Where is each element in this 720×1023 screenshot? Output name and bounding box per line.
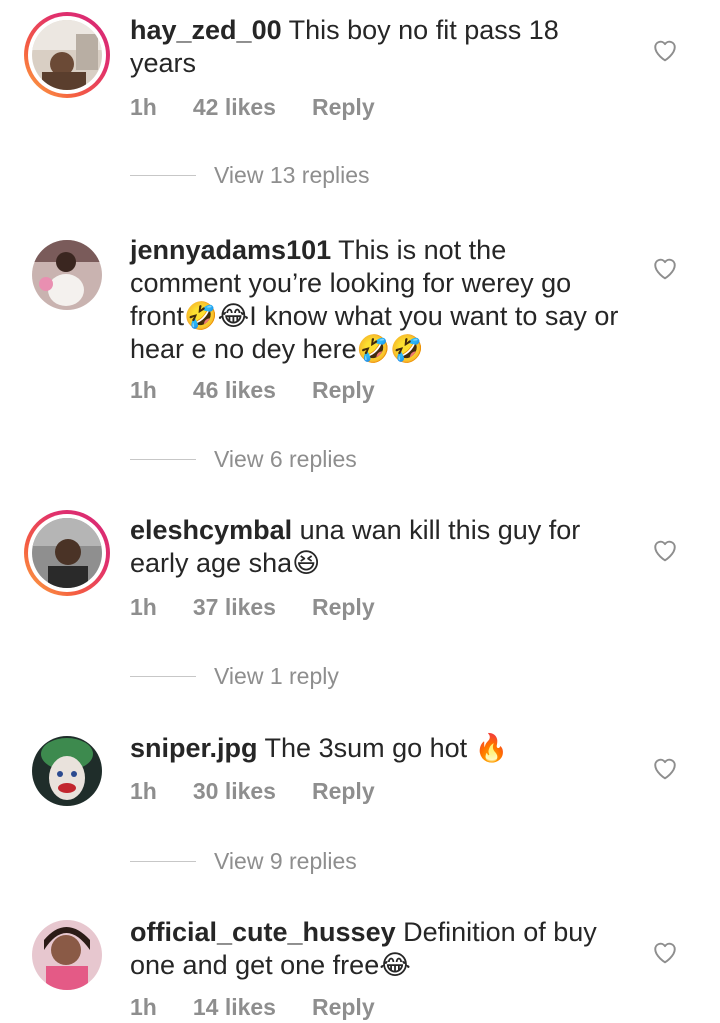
comment-meta: 1h 46 likes Reply [130, 377, 411, 404]
reply-button[interactable]: Reply [312, 594, 375, 621]
avatar-story-ring[interactable] [24, 510, 110, 596]
comment-text: official_cute_hussey Definition of buy o… [130, 916, 620, 982]
avatar-image [32, 920, 102, 990]
divider [130, 675, 196, 677]
avatar[interactable] [32, 240, 102, 310]
comment-meta: 1h 14 likes Reply [130, 994, 411, 1021]
avatar-story-ring[interactable] [24, 12, 110, 98]
view-replies-button[interactable]: View 9 replies [130, 846, 357, 876]
reply-button[interactable]: Reply [312, 778, 375, 805]
view-replies-label: View 13 replies [214, 161, 370, 188]
avatar[interactable] [32, 736, 102, 806]
reply-button[interactable]: Reply [312, 94, 375, 121]
avatar[interactable] [32, 920, 102, 990]
comment-username[interactable]: sniper.jpg [130, 733, 258, 763]
comment-likes[interactable]: 42 likes [193, 94, 276, 121]
comment-body: The 3sum go hot 🔥 [257, 733, 509, 763]
avatar-image [32, 240, 102, 310]
comment-username[interactable]: hay_zed_00 [130, 15, 282, 45]
comment-username[interactable]: jennyadams101 [130, 235, 331, 265]
view-replies-button[interactable]: View 1 reply [130, 661, 339, 691]
heart-outline-icon[interactable] [652, 940, 678, 964]
comment-likes[interactable]: 30 likes [193, 778, 276, 805]
comment-meta: 1h 42 likes Reply [130, 94, 411, 121]
comment-text: hay_zed_00 This boy no fit pass 18 years [130, 14, 620, 80]
avatar [32, 518, 102, 588]
view-replies-label: View 9 replies [214, 847, 357, 874]
comment-time: 1h [130, 94, 157, 120]
heart-outline-icon[interactable] [652, 38, 678, 62]
comment-username[interactable]: official_cute_hussey [130, 917, 396, 947]
comment-time: 1h [130, 778, 157, 804]
comment-meta: 1h 30 likes Reply [130, 778, 411, 805]
comment-time: 1h [130, 594, 157, 620]
heart-outline-icon[interactable] [652, 756, 678, 780]
comment-likes[interactable]: 14 likes [193, 994, 276, 1021]
divider [130, 174, 196, 176]
comment-time: 1h [130, 377, 157, 403]
view-replies-label: View 6 replies [214, 445, 357, 472]
reply-button[interactable]: Reply [312, 994, 375, 1021]
comment-likes[interactable]: 37 likes [193, 594, 276, 621]
view-replies-button[interactable]: View 6 replies [130, 444, 357, 474]
divider [130, 458, 196, 460]
avatar-image [32, 736, 102, 806]
comment-username[interactable]: eleshcymbal [130, 515, 292, 545]
heart-outline-icon[interactable] [652, 256, 678, 280]
comment-time: 1h [130, 994, 157, 1020]
heart-outline-icon[interactable] [652, 538, 678, 562]
view-replies-label: View 1 reply [214, 662, 339, 689]
view-replies-button[interactable]: View 13 replies [130, 160, 370, 190]
comment-meta: 1h 37 likes Reply [130, 594, 411, 621]
comment-text: jennyadams101 This is not the comment yo… [130, 234, 620, 366]
avatar [32, 20, 102, 90]
comment-text: eleshcymbal una wan kill this guy for ea… [130, 514, 620, 580]
comment-text: sniper.jpg The 3sum go hot 🔥 [130, 732, 620, 765]
divider [130, 860, 196, 862]
reply-button[interactable]: Reply [312, 377, 375, 404]
comment-likes[interactable]: 46 likes [193, 377, 276, 404]
comments-list: hay_zed_00 This boy no fit pass 18 years… [0, 0, 720, 1023]
